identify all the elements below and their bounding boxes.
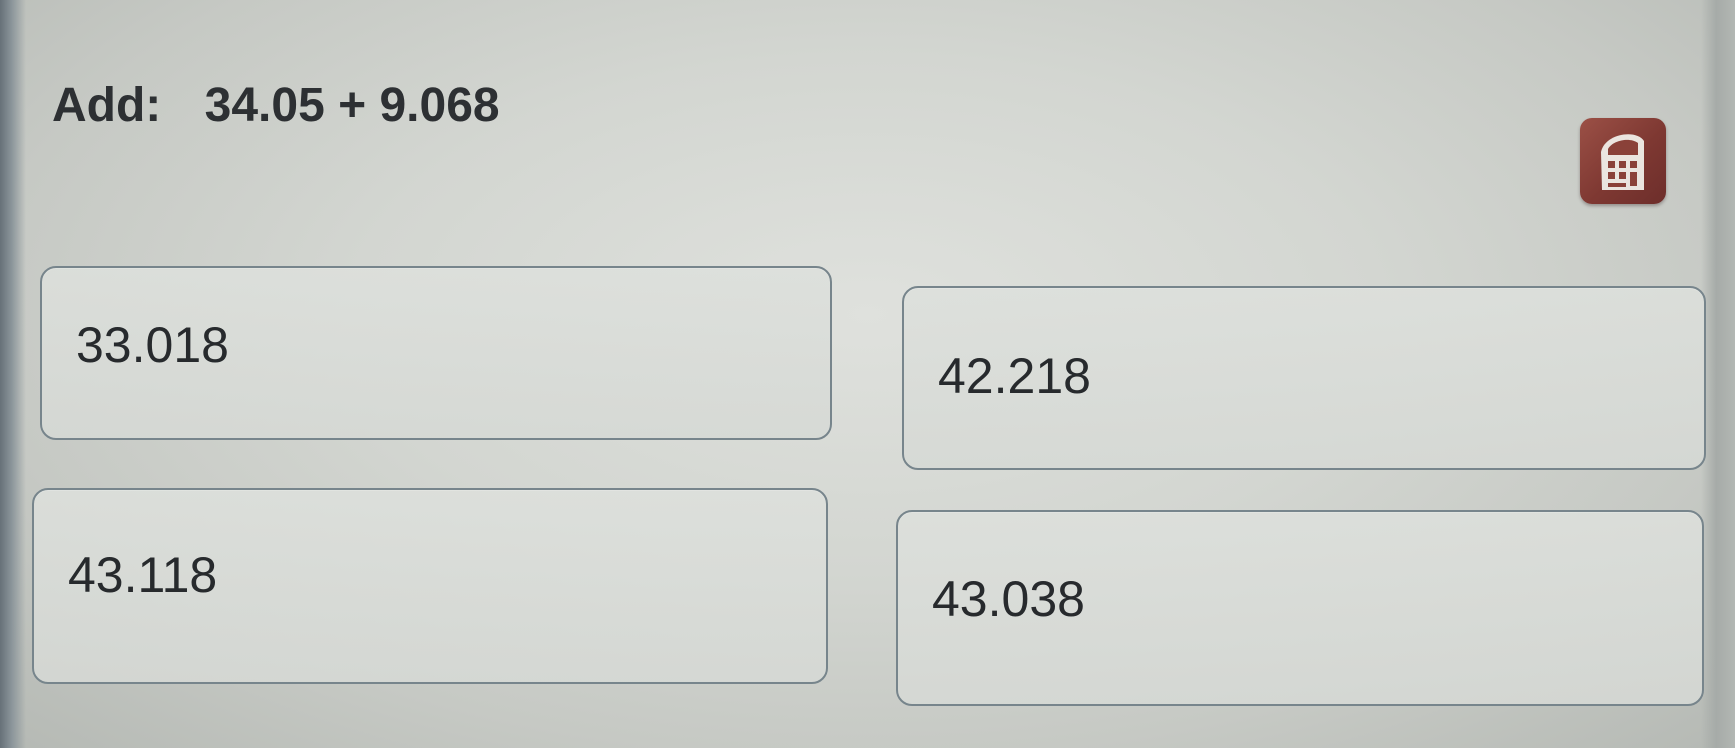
- right-screen-edge: [1701, 0, 1735, 748]
- answer-choice-value: 43.118: [68, 547, 218, 603]
- question-screen: Add: 34.05 + 9.068 33.018 42.218 43.118 …: [0, 0, 1735, 748]
- answer-choice-value: 33.018: [76, 317, 229, 373]
- answer-choice-4[interactable]: 43.038: [896, 510, 1704, 706]
- question-expression: 34.05 + 9.068: [204, 79, 500, 132]
- calculator-icon: [1601, 134, 1644, 190]
- answer-choice-3[interactable]: 43.118: [32, 488, 828, 684]
- left-screen-edge: [0, 0, 26, 748]
- answer-choice-1[interactable]: 33.018: [40, 266, 832, 440]
- answer-choice-value: 42.218: [938, 348, 1091, 404]
- answer-choice-2[interactable]: 42.218: [902, 286, 1706, 470]
- calculator-button[interactable]: [1580, 118, 1666, 204]
- answer-choice-value: 43.038: [932, 571, 1085, 627]
- question-label: Add:: [52, 79, 162, 132]
- question-prompt: Add: 34.05 + 9.068: [52, 76, 500, 136]
